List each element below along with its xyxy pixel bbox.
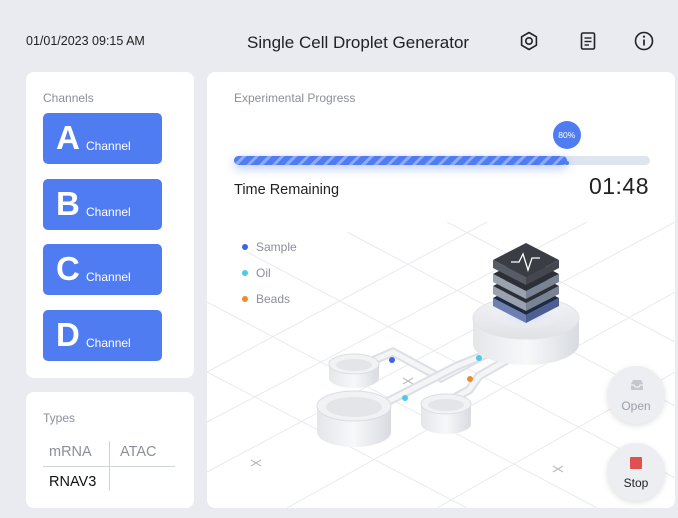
legend-item-oil: Oil bbox=[242, 266, 271, 280]
type-option-atac[interactable]: ATAC bbox=[120, 444, 157, 460]
channels-panel: Channels A Channel B Channel C Channel D… bbox=[26, 72, 194, 378]
progress-knob[interactable] bbox=[564, 161, 569, 165]
app-title: Single Cell Droplet Generator bbox=[247, 33, 470, 52]
channel-word: Channel bbox=[86, 336, 131, 350]
progress-track bbox=[234, 156, 650, 165]
legend-label: Sample bbox=[256, 240, 297, 254]
types-table: mRNA ATAC RNAV3 bbox=[43, 441, 175, 491]
droplet-generator-illustration bbox=[207, 221, 675, 508]
channel-a-button[interactable]: A Channel bbox=[43, 113, 162, 164]
oil-droplet bbox=[476, 355, 482, 361]
progress-percent-text: 80% bbox=[558, 130, 576, 140]
time-remaining-value: 01:48 bbox=[588, 173, 649, 199]
types-panel: Types mRNA ATAC RNAV3 bbox=[26, 392, 194, 508]
time-remaining-label: Time Remaining bbox=[234, 182, 340, 198]
beads-reservoir bbox=[420, 393, 472, 434]
channel-c-button[interactable]: C Channel bbox=[43, 244, 162, 295]
beads-droplet bbox=[467, 376, 473, 382]
divider bbox=[43, 466, 175, 467]
channel-letter: D bbox=[56, 316, 80, 353]
types-label: Types bbox=[43, 411, 76, 425]
channel-word: Channel bbox=[86, 270, 131, 284]
legend-item-beads: Beads bbox=[242, 292, 290, 306]
chip-stack bbox=[493, 243, 559, 323]
main-panel: Experimental Progress 80% Time Remaining… bbox=[207, 72, 675, 508]
floor-grid bbox=[207, 221, 675, 508]
progress-label: Experimental Progress bbox=[234, 91, 356, 105]
oil-reservoir bbox=[316, 390, 392, 447]
info-icon[interactable] bbox=[633, 30, 655, 52]
progress-percent-badge: 80% bbox=[552, 121, 581, 149]
settings-icon[interactable] bbox=[518, 30, 540, 52]
oil-droplet bbox=[402, 395, 408, 401]
channel-letter: A bbox=[56, 119, 80, 156]
legend-dot bbox=[242, 244, 248, 250]
channels-label: Channels bbox=[43, 91, 94, 105]
legend-dot bbox=[242, 270, 248, 276]
tray-icon bbox=[631, 380, 643, 390]
datetime-display: 01/01/2023 09:15 AM bbox=[26, 34, 145, 48]
legend-dot bbox=[242, 296, 248, 302]
log-icon[interactable] bbox=[577, 30, 599, 52]
selected-type-value[interactable]: RNAV3 bbox=[49, 474, 96, 490]
open-button[interactable]: Open bbox=[607, 366, 665, 424]
type-option-mrna[interactable]: mRNA bbox=[49, 444, 92, 460]
legend-label: Oil bbox=[256, 266, 271, 280]
channel-letter: B bbox=[56, 185, 80, 222]
stop-button-label: Stop bbox=[623, 476, 649, 490]
open-button-label: Open bbox=[621, 399, 651, 413]
sample-reservoir bbox=[328, 353, 380, 388]
channel-b-button[interactable]: B Channel bbox=[43, 179, 162, 230]
channel-d-button[interactable]: D Channel bbox=[43, 310, 162, 361]
header-bar: 01/01/2023 09:15 AM Single Cell Droplet … bbox=[0, 0, 678, 62]
stop-button[interactable]: Stop bbox=[607, 443, 665, 501]
channel-word: Channel bbox=[86, 139, 131, 153]
channel-word: Channel bbox=[86, 205, 131, 219]
sample-droplet bbox=[389, 357, 395, 363]
channel-letter: C bbox=[56, 250, 80, 287]
stop-icon bbox=[630, 457, 642, 469]
legend-label: Beads bbox=[256, 292, 291, 306]
progress-fill bbox=[234, 156, 567, 165]
legend-item-sample: Sample bbox=[242, 240, 297, 254]
